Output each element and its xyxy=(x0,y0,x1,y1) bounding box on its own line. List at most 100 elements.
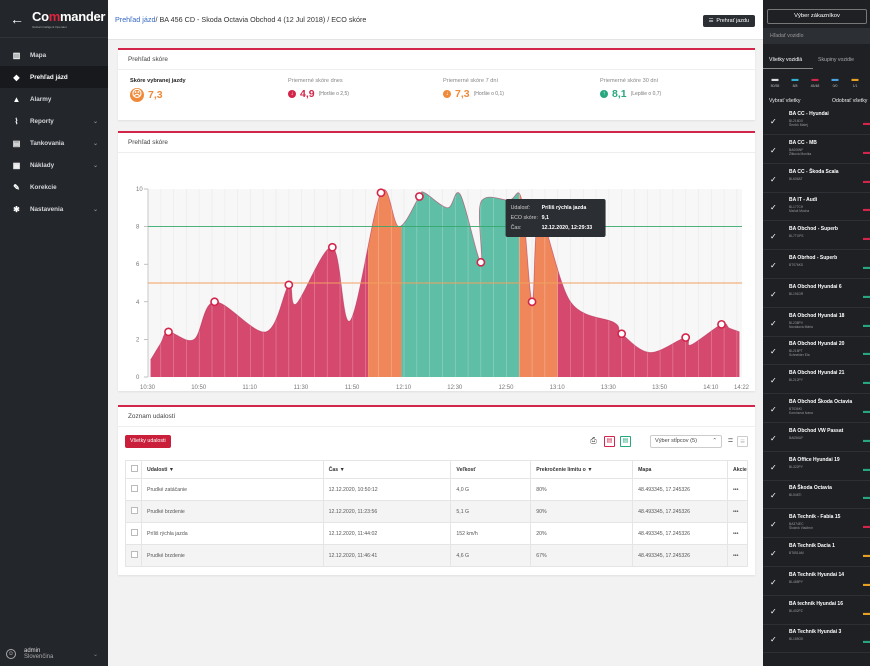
check-icon[interactable]: ✓ xyxy=(770,520,777,529)
pdf-icon[interactable]: ▤ xyxy=(604,436,615,447)
sidebar-item-alarms[interactable]: ▲ Alarmy xyxy=(0,88,108,110)
sidebar-item-trips[interactable]: ◆ Prehľad jázd xyxy=(0,66,108,88)
select-all-link[interactable]: Vybrať všetky xyxy=(769,98,800,104)
vehicle-item[interactable]: ✓ BA CC - Škoda Scala BL606AT ▬ xyxy=(763,166,870,193)
vehicle-item[interactable]: ✓ BA Obchod - Superb BL7TXPS ▬ xyxy=(763,223,870,251)
vehicle-item[interactable]: ✓ BA Obchod Hyundai 20 BL218PT Schneider El… xyxy=(763,338,870,366)
print-icon[interactable]: ⎙ xyxy=(588,436,599,447)
event-marker[interactable] xyxy=(527,297,537,307)
vehicle-item[interactable]: ✓ BA technik Hyundai 16 BL402PZ ▬ xyxy=(763,598,870,625)
table-row[interactable]: Prudké brzdenie 12.12.2020, 11:46:41 4,6 G… xyxy=(125,544,749,567)
row-actions-button[interactable]: ••• xyxy=(726,500,749,523)
vehicle-search-input[interactable]: Hľadať vozidlo xyxy=(763,28,870,44)
sidebar-item-fueling[interactable]: ▤ Tankovania ⌄ xyxy=(0,132,108,154)
check-icon[interactable]: ✓ xyxy=(770,319,777,328)
vehicle-item[interactable]: ✓ BA Obchod Hyundai 21 BL212PY ▬ xyxy=(763,367,870,395)
row-actions-button[interactable]: ••• xyxy=(726,544,749,567)
filter-icon[interactable]: ▼ xyxy=(169,467,174,473)
list-view-icon[interactable]: ≡ xyxy=(737,436,748,447)
select-customers-button[interactable]: Výber zákazníkov xyxy=(767,9,867,24)
check-icon[interactable]: ✓ xyxy=(770,463,777,472)
row-checkbox[interactable] xyxy=(131,529,138,536)
tab-all-vehicles[interactable]: Všetky vozidlá xyxy=(769,57,802,63)
event-marker[interactable] xyxy=(617,329,627,339)
check-icon[interactable]: ✓ xyxy=(770,491,777,500)
table-row[interactable]: Prudké brzdenie 12.12.2020, 11:23:56 5,1 G… xyxy=(125,500,749,523)
back-arrow-icon[interactable]: ← xyxy=(10,11,24,27)
vehicle-item[interactable]: ✓ BA Obchod VW Passat BA056UF ▬ xyxy=(763,425,870,452)
user-menu[interactable]: ☺ admin Slovenčina ⌄ xyxy=(0,642,108,666)
check-icon[interactable]: ✓ xyxy=(770,146,777,155)
sidebar-item-reports[interactable]: ⌇ Reporty ⌄ xyxy=(0,110,108,132)
column-select[interactable]: Výber stĺpcov (5) ⌃ xyxy=(650,435,722,448)
col-header-events[interactable]: Udalosti ▼ xyxy=(140,460,324,479)
row-checkbox[interactable] xyxy=(131,551,138,558)
vehicle-item[interactable]: ✓ BA Obchod Hyundai 6 BL191DR ▬ xyxy=(763,281,870,308)
vehicle-item[interactable]: ✓ BA Škoda Octavia BL546TI ▬ xyxy=(763,482,870,510)
replay-trip-button[interactable]: ☰ Prehrať jazdu xyxy=(702,15,755,27)
check-icon[interactable]: ✓ xyxy=(770,117,777,126)
vehicle-item[interactable]: ✓ BA Office Hyundai 19 BL322PY ▬ xyxy=(763,454,870,481)
vehicle-item[interactable]: ✓ BA Obrhod - Superb BT076KS ▬ xyxy=(763,252,870,279)
filter-icon[interactable]: ▼ xyxy=(340,467,345,473)
deselect-all-link[interactable]: Odobrať všetky xyxy=(832,98,867,104)
event-marker[interactable] xyxy=(284,280,294,290)
row-actions-button[interactable]: ••• xyxy=(726,522,749,545)
sidebar-item-corrections[interactable]: ✎ Korekcie xyxy=(0,176,108,198)
check-icon[interactable]: ✓ xyxy=(770,376,777,385)
select-all-checkbox[interactable] xyxy=(131,465,138,472)
check-icon[interactable]: ✓ xyxy=(770,261,777,270)
col-header-limit[interactable]: Prekročenie limitu o ▼ xyxy=(530,460,634,479)
event-marker[interactable] xyxy=(476,257,486,267)
check-icon[interactable]: ✓ xyxy=(770,578,777,587)
check-icon[interactable]: ✓ xyxy=(770,232,777,241)
breadcrumb-link[interactable]: Prehľad jázd xyxy=(115,15,155,24)
check-icon[interactable]: ✓ xyxy=(770,434,777,443)
all-events-button[interactable]: Všetky udalosti xyxy=(125,435,171,448)
col-header-time[interactable]: Čas ▼ xyxy=(322,460,452,479)
status-filter[interactable]: ▬ 1/1 xyxy=(847,76,863,88)
event-marker[interactable] xyxy=(414,192,424,201)
check-icon[interactable]: ✓ xyxy=(770,405,777,414)
vehicle-item[interactable]: ✓ BA Technik Hyundai 14 BL485PY ▬ xyxy=(763,569,870,596)
vehicle-item[interactable]: ✓ BA Obchod Škoda Octavia BT036KI Komínová … xyxy=(763,396,870,423)
sidebar-item-costs[interactable]: ▦ Náklady ⌄ xyxy=(0,154,108,176)
col-header-size[interactable]: Veľkosť xyxy=(450,460,532,479)
check-icon[interactable]: ✓ xyxy=(770,203,777,212)
check-icon[interactable]: ✓ xyxy=(770,175,777,184)
event-marker[interactable] xyxy=(717,319,726,329)
event-marker[interactable] xyxy=(376,188,386,198)
vehicle-item[interactable]: ✓ BA Technik Dacia 1 BT651AM ▬ xyxy=(763,540,870,567)
vehicle-item[interactable]: ✓ BA Technik - Fabia 15 BA374EC Školník Vla… xyxy=(763,511,870,539)
check-icon[interactable]: ✓ xyxy=(770,290,777,299)
event-marker[interactable] xyxy=(681,333,691,342)
event-marker[interactable] xyxy=(164,327,173,337)
check-icon[interactable]: ✓ xyxy=(770,549,777,558)
status-filter[interactable]: ▬ 50/55 xyxy=(767,76,783,88)
vehicle-item[interactable]: ✓ BA CC - Hyundai BL216DX Ševčík Matej ▬ xyxy=(763,108,870,135)
sidebar-item-settings[interactable]: ✱ Nastavenia ⌄ xyxy=(0,198,108,220)
vehicle-item[interactable]: ✓ BA CC - MB BA006NF Žitková Monika ▬ xyxy=(763,137,870,164)
filter-icon[interactable]: ▼ xyxy=(587,467,592,473)
status-filter[interactable]: ▬ 8/8 xyxy=(787,76,803,88)
tab-vehicle-groups[interactable]: Skupiny vozidie xyxy=(818,57,854,63)
sidebar-item-map[interactable]: ▥ Mapa xyxy=(0,44,108,66)
vehicle-item[interactable]: ✓ BA Obchod Hyundai 18 BL238PV Nováková Már… xyxy=(763,310,870,337)
vehicle-item[interactable]: ✓ BA Technik Hyundai 3 BL185GK ▬ xyxy=(763,626,870,654)
status-filter[interactable]: ▬ 0/0 xyxy=(827,76,843,88)
event-marker[interactable] xyxy=(327,242,337,252)
density-icon[interactable]: = xyxy=(725,436,736,447)
vehicle-item[interactable]: ✓ BA IT - Audi BL177CH Maťuš Mucha ▬ xyxy=(763,194,870,222)
check-icon[interactable]: ✓ xyxy=(770,607,777,616)
excel-icon[interactable]: ▤ xyxy=(620,436,631,447)
event-marker[interactable] xyxy=(210,297,219,307)
status-filter[interactable]: ▬ 45/48 xyxy=(807,76,823,88)
check-icon[interactable]: ✓ xyxy=(770,347,777,356)
row-actions-button[interactable]: ••• xyxy=(726,478,749,501)
check-icon[interactable]: ✓ xyxy=(770,635,777,644)
row-checkbox[interactable] xyxy=(131,507,138,514)
row-checkbox[interactable] xyxy=(131,485,138,492)
table-row[interactable]: Prudké zatáčanie 12.12.2020, 10:50:12 4,0 … xyxy=(125,478,749,501)
col-header-map[interactable]: Mapa xyxy=(632,460,728,479)
table-row[interactable]: Príliš rýchla jazda 12.12.2020, 11:44:02 1… xyxy=(125,522,749,545)
